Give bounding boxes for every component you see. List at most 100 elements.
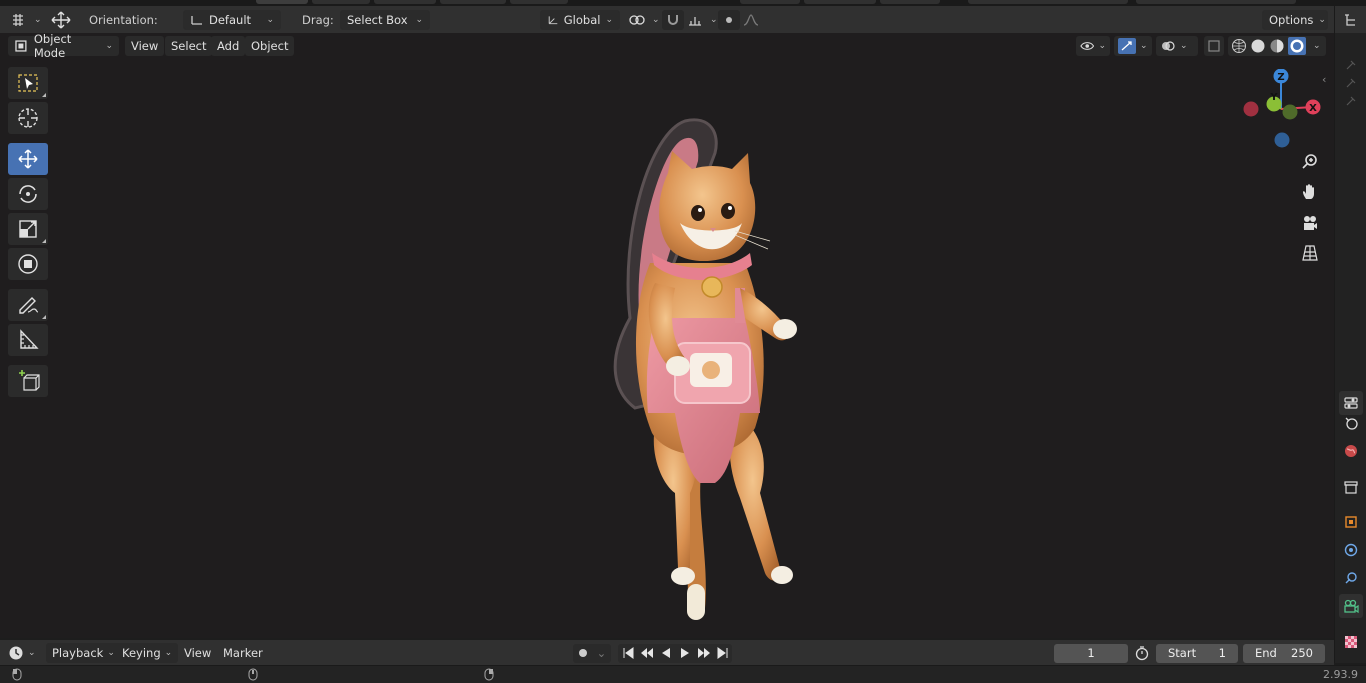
wireframe-shading-icon[interactable]: [1231, 38, 1247, 54]
annotate-pencil-icon: [19, 297, 39, 314]
options-dropdown[interactable]: Options ⌄: [1262, 10, 1328, 30]
workspace-tab[interactable]: [510, 0, 568, 4]
menu-object[interactable]: Object: [245, 36, 295, 56]
workspace-tab[interactable]: [256, 0, 308, 4]
chevron-down-icon: ⌄: [1318, 15, 1326, 25]
pin-icon: [1346, 60, 1356, 70]
tab-data[interactable]: [1339, 594, 1363, 618]
select-box-tool[interactable]: [8, 67, 48, 99]
editor-type-button[interactable]: ⌄: [8, 10, 42, 30]
chevron-down-icon: ⌄: [415, 15, 423, 25]
workspace-tab[interactable]: [804, 0, 876, 4]
object-square-icon: [1345, 516, 1357, 528]
current-frame-field[interactable]: 1: [1054, 643, 1128, 663]
menu-playback[interactable]: Playback ⌄: [46, 643, 121, 663]
tab-physics[interactable]: [1339, 538, 1363, 562]
cursor-tool[interactable]: [8, 102, 48, 134]
play-reverse-icon[interactable]: [656, 643, 675, 663]
tab-collection[interactable]: [1339, 475, 1363, 499]
menu-keying[interactable]: Keying ⌄: [116, 643, 179, 663]
gizmo-neg-y[interactable]: [1282, 104, 1298, 120]
rendered-shading-icon[interactable]: [1288, 37, 1306, 55]
tab-object[interactable]: [1339, 510, 1363, 534]
mode-value: Object Mode: [33, 32, 72, 60]
prev-keyframe-icon[interactable]: [637, 643, 656, 663]
3d-viewport[interactable]: Object Mode ⌄ View Select Add Object ⌄ ⌄…: [0, 32, 1334, 638]
options-label: Options: [1269, 13, 1314, 27]
menu-add[interactable]: Add: [211, 36, 246, 56]
menu-view[interactable]: View: [178, 643, 217, 663]
zoom-view-button[interactable]: [1296, 149, 1324, 175]
view-layer-selector[interactable]: [1136, 0, 1296, 4]
start-value: 1: [1218, 646, 1226, 660]
next-keyframe-icon[interactable]: [694, 643, 713, 663]
transform-orientation-dropdown[interactable]: Global ⌄: [540, 10, 620, 30]
workspace-tab[interactable]: [312, 0, 370, 4]
drag-dropdown[interactable]: Select Box ⌄: [340, 10, 430, 30]
rotate-tool[interactable]: [8, 178, 48, 210]
workspace-tab[interactable]: [374, 0, 436, 4]
scale-tool[interactable]: [8, 213, 48, 245]
falloff-dropdown[interactable]: [740, 10, 762, 30]
stopwatch-icon: [1135, 646, 1149, 661]
workspace-tab[interactable]: [440, 0, 506, 4]
jump-end-icon[interactable]: [713, 643, 732, 663]
solid-shading-icon[interactable]: [1250, 38, 1266, 54]
tab-render[interactable]: [1339, 411, 1363, 435]
play-icon[interactable]: [675, 643, 694, 663]
auto-keying-toggle[interactable]: ⌄: [573, 643, 611, 663]
xray-toggle[interactable]: [1204, 36, 1224, 56]
snap-increment-icon: [684, 10, 706, 30]
drag-label: Drag:: [302, 13, 334, 27]
start-frame-field[interactable]: Start 1: [1156, 643, 1238, 663]
annotate-tool[interactable]: [8, 289, 48, 321]
gizmo-x-label: X: [1309, 103, 1317, 114]
visibility-dropdown[interactable]: ⌄: [1076, 36, 1110, 56]
timeline-editor-type[interactable]: ⌄: [8, 643, 36, 663]
sidebar-collapse-arrow-icon[interactable]: ‹: [1322, 73, 1326, 86]
playback-label: Playback: [52, 646, 104, 660]
gizmo-neg-x[interactable]: [1243, 101, 1259, 117]
snap-target-dropdown[interactable]: ⌄: [684, 10, 718, 30]
workspace-tab[interactable]: [740, 0, 800, 4]
mouse-middle-icon: [248, 668, 258, 683]
workspace-tab[interactable]: [880, 0, 940, 4]
tool-tab-faded[interactable]: [1339, 89, 1363, 113]
camera-view-button[interactable]: [1296, 210, 1324, 236]
add-cube-tool[interactable]: [8, 365, 48, 397]
outliner-toggle[interactable]: [1334, 6, 1366, 33]
menu-view[interactable]: View: [125, 36, 165, 56]
navigation-gizmo[interactable]: Z X Y: [1236, 69, 1326, 149]
perspective-toggle-button[interactable]: [1296, 240, 1324, 266]
pan-view-button[interactable]: [1296, 179, 1324, 205]
move-tool[interactable]: [8, 143, 48, 175]
chevron-down-icon[interactable]: ⌄: [1313, 41, 1321, 51]
overlays-dropdown[interactable]: ⌄: [1156, 36, 1198, 56]
chevron-down-icon: ⌄: [164, 648, 173, 658]
gizmo-neg-z[interactable]: [1274, 132, 1290, 148]
mode-dropdown[interactable]: Object Mode ⌄: [8, 32, 119, 60]
chevron-down-icon: ⌄: [592, 643, 611, 663]
tab-texture[interactable]: [1339, 630, 1363, 654]
move-tool-icon-button[interactable]: [50, 10, 72, 30]
orientation-dropdown[interactable]: Default ⌄: [183, 10, 281, 30]
pivot-point-dropdown[interactable]: ⌄: [626, 10, 660, 30]
proportional-editing-toggle[interactable]: [718, 10, 740, 30]
tab-world[interactable]: [1339, 439, 1363, 463]
material-shading-icon[interactable]: [1269, 38, 1285, 54]
scene-selector[interactable]: [968, 0, 1128, 4]
transform-tool[interactable]: [8, 248, 48, 280]
tool-settings-icon: [1344, 397, 1358, 409]
end-frame-field[interactable]: End 250: [1243, 643, 1325, 663]
jump-start-icon[interactable]: [618, 643, 637, 663]
chevron-down-icon: ⌄: [1180, 41, 1188, 51]
render-icon: [1345, 417, 1358, 430]
gizmo-dropdown[interactable]: ⌄: [1114, 36, 1152, 56]
menu-select[interactable]: Select: [165, 36, 213, 56]
viewport-header: Object Mode ⌄ View Select Add Object ⌄ ⌄…: [0, 32, 1334, 60]
menu-marker[interactable]: Marker: [217, 643, 269, 663]
preview-range-toggle[interactable]: [1134, 643, 1150, 663]
measure-tool[interactable]: [8, 324, 48, 356]
tab-constraints[interactable]: [1339, 566, 1363, 590]
snap-toggle[interactable]: [662, 10, 684, 30]
